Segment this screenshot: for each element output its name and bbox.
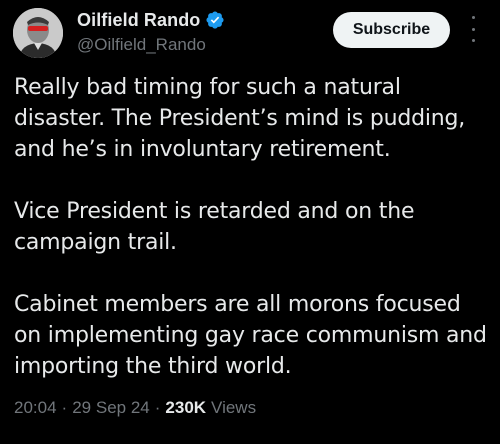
display-name[interactable]: Oilfield Rando xyxy=(77,10,200,31)
more-dot xyxy=(471,39,475,42)
tweet-metadata: 20:04 · 29 Sep 24 · 230K Views xyxy=(14,398,256,418)
more-dot xyxy=(471,27,475,31)
verified-badge-icon xyxy=(205,10,225,30)
tweet-paragraph: Cabinet members are all morons focused o… xyxy=(14,292,487,379)
user-handle[interactable]: @Oilfield_Rando xyxy=(77,35,225,55)
tweet-paragraph: Vice President is retarded and on the ca… xyxy=(14,199,415,255)
views-count[interactable]: 230K xyxy=(165,398,206,418)
separator-dot: · xyxy=(154,398,161,417)
views-label: Views xyxy=(211,398,257,417)
author-header: Oilfield Rando @Oilfield_Rando xyxy=(77,9,225,55)
more-dot xyxy=(471,16,475,19)
tweet-date[interactable]: 29 Sep 24 xyxy=(72,398,150,418)
tweet-card: Oilfield Rando @Oilfield_Rando Subscribe… xyxy=(0,0,500,444)
separator-dot: · xyxy=(61,398,68,417)
more-vertical-icon[interactable] xyxy=(465,16,481,42)
subscribe-button[interactable]: Subscribe xyxy=(333,12,450,48)
tweet-text: Really bad timing for such a natural dis… xyxy=(14,72,494,382)
tweet-time[interactable]: 20:04 xyxy=(14,398,57,418)
avatar[interactable] xyxy=(13,8,63,58)
name-row: Oilfield Rando xyxy=(77,9,225,31)
person-avatar-icon xyxy=(13,8,63,58)
tweet-paragraph: Really bad timing for such a natural dis… xyxy=(14,75,466,162)
